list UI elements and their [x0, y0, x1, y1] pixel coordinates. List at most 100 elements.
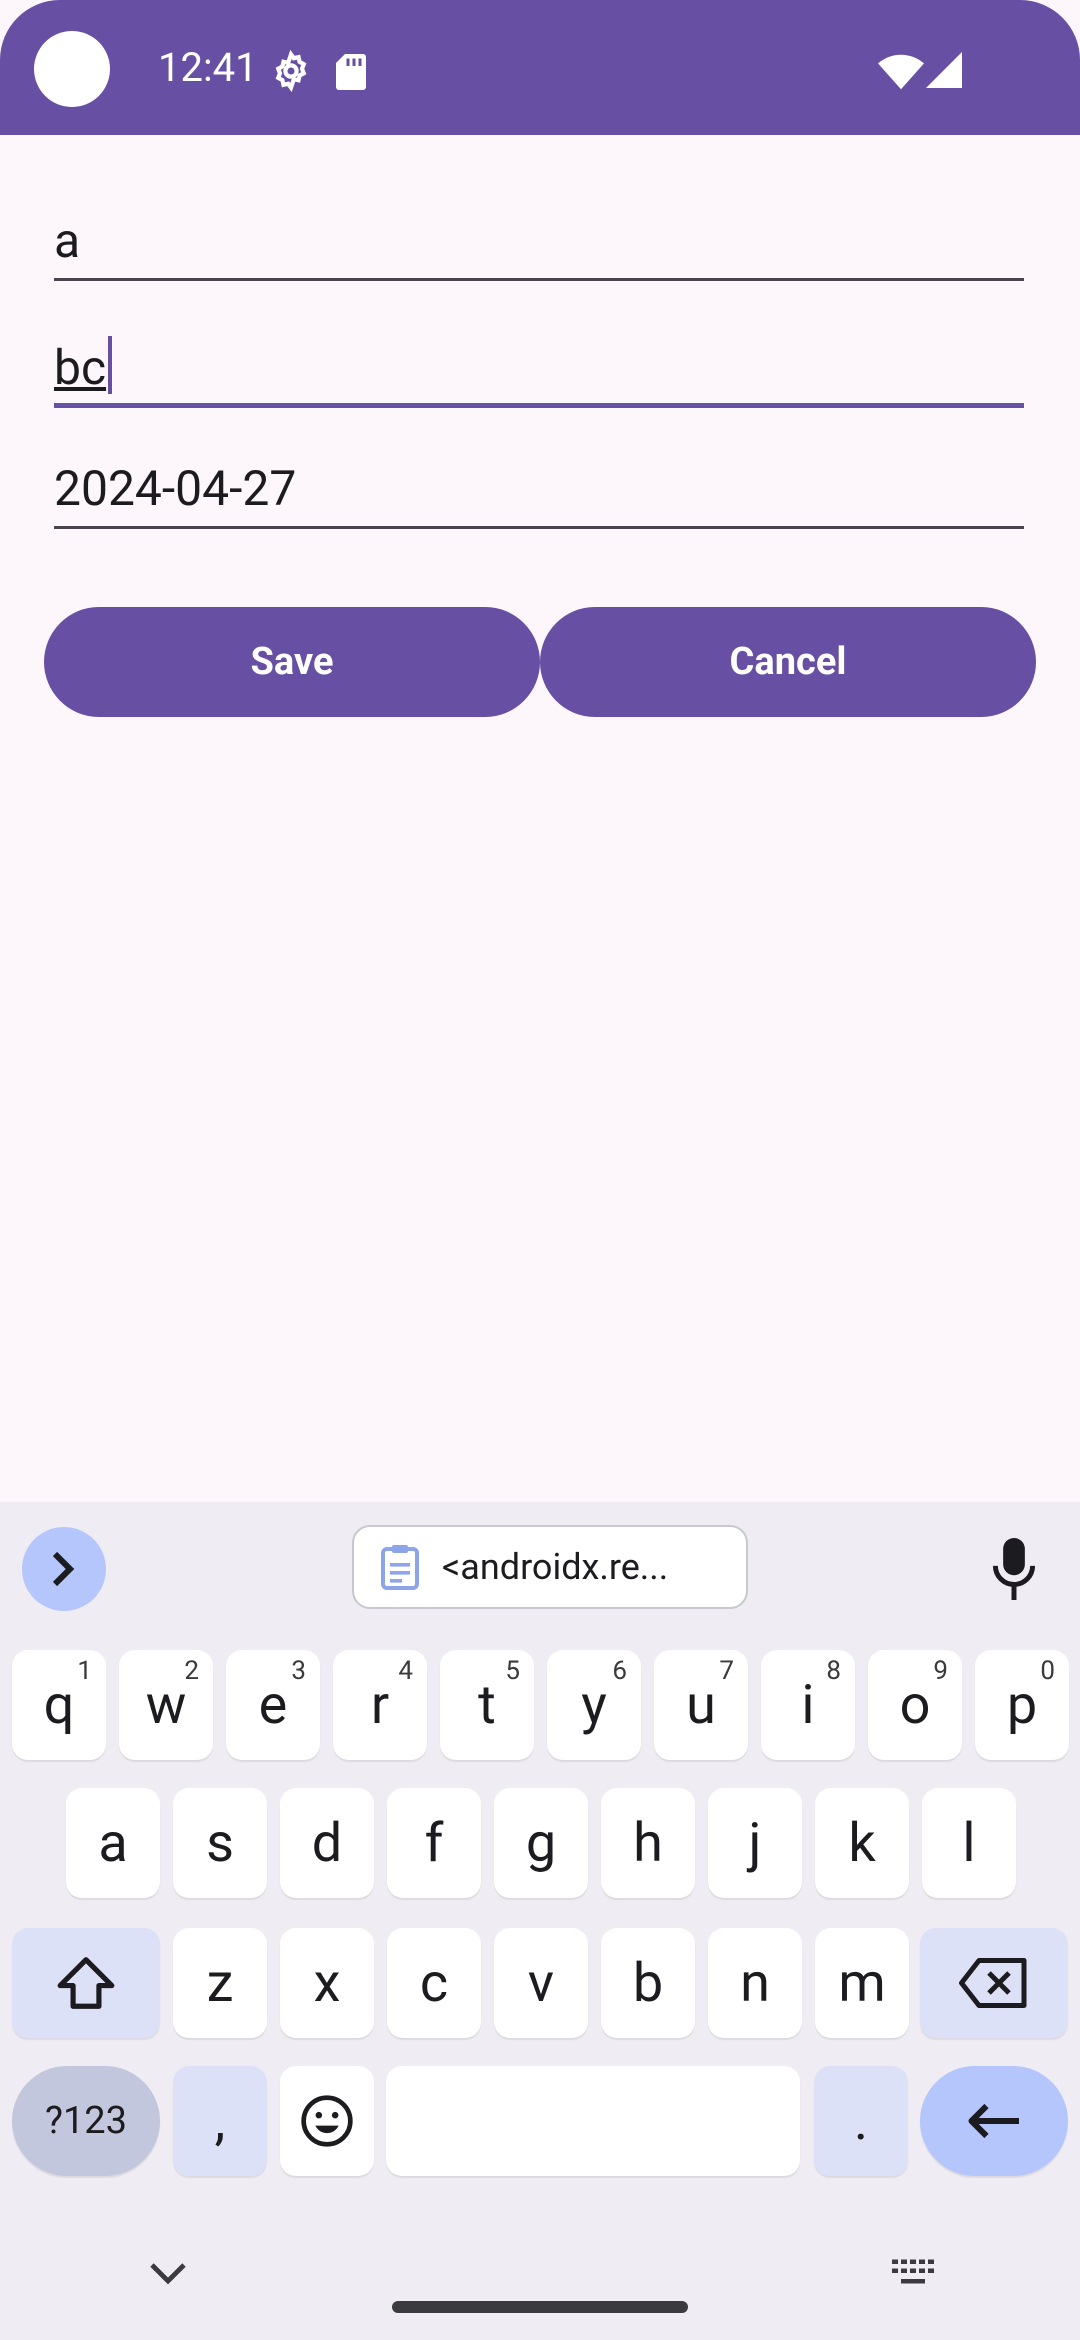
key-z[interactable]: z	[173, 1928, 267, 2038]
key-label: p	[1006, 1673, 1038, 1737]
field-1-value: a	[54, 212, 81, 269]
settings-gear-icon	[275, 50, 307, 92]
key-label: i	[801, 1673, 815, 1737]
date-field[interactable]: 2024-04-27	[54, 460, 1024, 530]
key-o[interactable]: o9	[868, 1650, 962, 1760]
key-v[interactable]: v	[494, 1928, 588, 2038]
enter-key[interactable]	[920, 2066, 1068, 2176]
backspace-icon	[959, 1958, 1027, 2008]
key-r[interactable]: r4	[333, 1650, 427, 1760]
key-f[interactable]: f	[387, 1788, 481, 1898]
key-label: r	[370, 1673, 390, 1737]
key-label: n	[740, 1951, 770, 2015]
key-label: c	[419, 1951, 449, 2015]
key-label: f	[424, 1811, 444, 1875]
key-c[interactable]: c	[387, 1928, 481, 2038]
symbols-key[interactable]: ?123	[12, 2066, 160, 2176]
key-label: l	[962, 1811, 976, 1875]
field-2[interactable]: bc	[54, 336, 1024, 408]
status-time: 12:41	[158, 44, 258, 91]
key-label: x	[313, 1951, 341, 2015]
key-label: b	[632, 1951, 664, 2015]
field-1-underline	[54, 278, 1024, 281]
key-label: s	[206, 1811, 234, 1875]
key-q[interactable]: q1	[12, 1650, 106, 1760]
enter-arrow-icon	[968, 2103, 1019, 2139]
key-g[interactable]: g	[494, 1788, 588, 1898]
key-label: z	[206, 1951, 234, 2015]
emoji-icon	[301, 2095, 353, 2147]
key-label: g	[525, 1811, 557, 1875]
home-gesture-handle[interactable]	[392, 2301, 688, 2313]
period-key-label: .	[853, 2089, 869, 2153]
symbols-key-label: ?123	[44, 2099, 128, 2143]
key-s[interactable]: s	[173, 1788, 267, 1898]
key-e[interactable]: e3	[226, 1650, 320, 1760]
key-h[interactable]: h	[601, 1788, 695, 1898]
save-button-label: Save	[250, 640, 334, 684]
key-x[interactable]: x	[280, 1928, 374, 2038]
cancel-button-label: Cancel	[729, 640, 847, 684]
key-k[interactable]: k	[815, 1788, 909, 1898]
key-number-hint: 4	[398, 1656, 413, 1686]
key-number-hint: 9	[933, 1656, 948, 1686]
key-label: y	[581, 1673, 607, 1737]
comma-key-label: ,	[214, 2089, 226, 2153]
space-bar[interactable]	[386, 2066, 800, 2176]
key-label: d	[311, 1811, 343, 1875]
key-number-hint: 1	[77, 1656, 92, 1686]
key-u[interactable]: u7	[654, 1650, 748, 1760]
key-a[interactable]: a	[66, 1788, 160, 1898]
key-w[interactable]: w2	[119, 1650, 213, 1760]
key-number-hint: 6	[612, 1656, 627, 1686]
clipboard-icon	[381, 1545, 419, 1590]
key-label: v	[527, 1951, 555, 2015]
shift-key[interactable]	[12, 1928, 160, 2038]
keyboard-switcher-icon[interactable]	[890, 2258, 936, 2288]
shift-icon	[57, 1957, 115, 2009]
chevron-right-icon	[52, 1551, 75, 1587]
period-key[interactable]: .	[814, 2066, 908, 2176]
key-number-hint: 8	[826, 1656, 841, 1686]
key-j[interactable]: j	[708, 1788, 802, 1898]
key-number-hint: 3	[291, 1656, 306, 1686]
date-field-underline	[54, 526, 1024, 529]
field-2-underline	[54, 403, 1024, 408]
key-d[interactable]: d	[280, 1788, 374, 1898]
clipboard-suggestion[interactable]: <androidx.re...	[352, 1525, 748, 1609]
key-label: q	[43, 1673, 75, 1737]
key-label: e	[258, 1673, 288, 1737]
field-1[interactable]: a	[54, 212, 1024, 282]
soft-keyboard: <androidx.re... q1 w2 e3 r4 t5 y6 u7 i8 …	[0, 1502, 1080, 2340]
cancel-button[interactable]: Cancel	[540, 607, 1036, 717]
hide-keyboard-chevron-icon[interactable]	[148, 2258, 188, 2288]
key-label: a	[98, 1811, 128, 1875]
key-b[interactable]: b	[601, 1928, 695, 2038]
key-label: o	[899, 1673, 931, 1737]
expand-toolbar-button[interactable]	[22, 1527, 106, 1611]
key-m[interactable]: m	[815, 1928, 909, 2038]
key-n[interactable]: n	[708, 1928, 802, 2038]
key-label: j	[748, 1811, 762, 1875]
key-y[interactable]: y6	[547, 1650, 641, 1760]
key-p[interactable]: p0	[975, 1650, 1069, 1760]
clipboard-text: <androidx.re...	[442, 1546, 669, 1588]
field-2-value: bc	[54, 339, 107, 396]
signal-icon	[926, 52, 962, 88]
wifi-icon	[878, 54, 924, 90]
key-i[interactable]: i8	[761, 1650, 855, 1760]
status-bar: 12:41	[0, 0, 1080, 135]
key-t[interactable]: t5	[440, 1650, 534, 1760]
microphone-icon[interactable]	[992, 1538, 1036, 1600]
sd-card-icon	[336, 54, 366, 90]
key-number-hint: 2	[184, 1656, 199, 1686]
key-label: m	[838, 1951, 886, 2015]
save-button[interactable]: Save	[44, 607, 540, 717]
emoji-key[interactable]	[280, 2066, 374, 2176]
comma-key[interactable]: ,	[173, 2066, 267, 2176]
key-l[interactable]: l	[922, 1788, 1016, 1898]
backspace-key[interactable]	[920, 1928, 1068, 2038]
key-label: t	[478, 1673, 496, 1737]
key-label: u	[686, 1673, 716, 1737]
camera-cutout	[34, 31, 110, 107]
